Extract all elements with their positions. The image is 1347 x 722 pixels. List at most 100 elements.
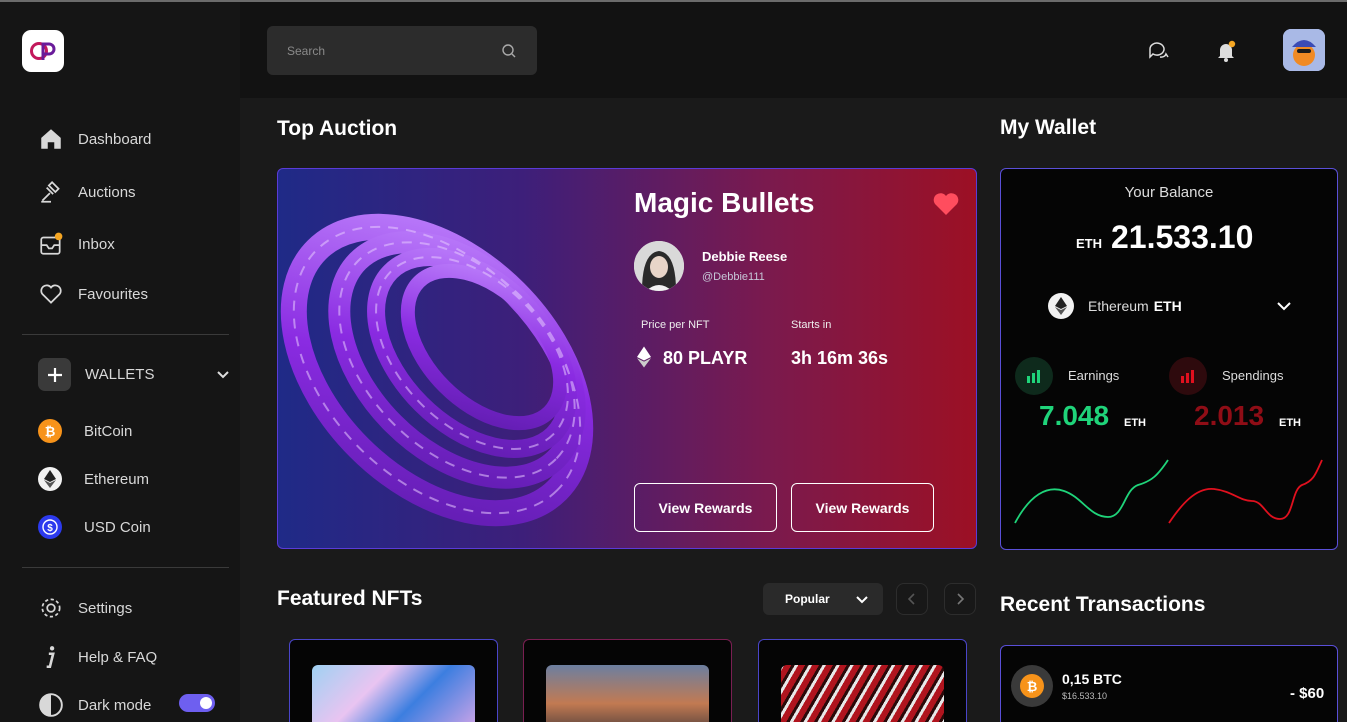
user-avatar-image (1283, 29, 1325, 71)
sidebar-item-dark-mode: Dark mode (38, 692, 151, 718)
transaction-delta: - $60 (1290, 685, 1325, 702)
view-rewards-button[interactable]: View Rewards (634, 483, 777, 532)
sidebar-item-label: Settings (78, 599, 133, 617)
sidebar-item-favourites[interactable]: Favourites (38, 281, 148, 307)
favorite-heart-icon[interactable] (933, 192, 959, 216)
search-icon[interactable] (501, 43, 517, 59)
creator-avatar-image (634, 241, 684, 291)
transaction-amount: 0,15 BTC (1062, 671, 1122, 687)
chevron-down-icon (1277, 302, 1291, 311)
balance-value: 21.533.10 (1111, 219, 1254, 255)
dark-mode-toggle[interactable] (179, 694, 215, 712)
spendings-value: 2.013 (1194, 400, 1265, 431)
svg-text:$: $ (47, 523, 53, 534)
heart-icon (40, 284, 62, 304)
sidebar-item-label: Dashboard (78, 130, 152, 148)
sidebar-item-inbox[interactable]: Inbox (38, 231, 115, 257)
earnings-icon (1015, 357, 1053, 395)
half-moon-icon (39, 693, 63, 717)
sidebar-item-label: Favourites (78, 285, 149, 303)
bitcoin-icon: ₿ (1020, 674, 1044, 698)
sidebar-item-label: Dark mode (78, 696, 152, 714)
featured-nfts-title: Featured NFTs (277, 587, 423, 610)
wallets-label: WALLETS (85, 366, 155, 383)
earnings-unit: ETH (1124, 417, 1146, 429)
logo-mark-icon (30, 42, 56, 60)
carousel-next-button[interactable] (944, 583, 976, 615)
wallets-toggle[interactable]: WALLETS (38, 358, 230, 391)
gavel-icon (41, 181, 60, 203)
bitcoin-icon: ₿ (38, 419, 62, 443)
brand-logo[interactable] (22, 30, 64, 72)
earnings-label: Earnings (1068, 368, 1120, 383)
chevron-down-icon (217, 370, 229, 378)
countdown-value: 3h 16m 36s (791, 348, 889, 368)
balance-row: ETH 21.533.10 (1076, 219, 1253, 256)
nft-card-image (312, 665, 475, 722)
price-value: 80 PLAYR (663, 348, 748, 368)
chevron-left-icon (907, 593, 915, 605)
my-wallet-title: My Wallet (1000, 116, 1097, 139)
currency-name: Ethereum (1088, 298, 1149, 314)
sidebar-item-ethereum[interactable]: Ethereum (38, 467, 149, 491)
sidebar-item-auctions[interactable]: Auctions (38, 179, 136, 205)
plus-icon (47, 367, 62, 382)
sidebar-item-bitcoin[interactable]: ₿ BitCoin (38, 419, 132, 443)
search-bar (267, 26, 537, 75)
chevron-down-icon (856, 595, 868, 603)
sidebar-item-label: USD Coin (84, 518, 151, 536)
sidebar-item-settings[interactable]: Settings (38, 595, 132, 621)
sidebar-divider (22, 567, 229, 568)
sidebar-item-label: Help & FAQ (78, 648, 158, 666)
sidebar-item-label: Ethereum (84, 470, 150, 488)
gear-icon (41, 598, 61, 618)
auction-item-title: Magic Bullets (634, 187, 815, 218)
transaction-coin: ₿ (1011, 665, 1053, 707)
nft-artwork-rings (280, 213, 594, 527)
sidebar-divider (22, 334, 229, 335)
chat-icon[interactable] (1147, 40, 1169, 62)
currency-select[interactable]: Ethereum ETH (1048, 292, 1292, 320)
spendings-label: Spendings (1222, 368, 1284, 383)
sidebar-item-label: Inbox (78, 235, 115, 253)
creator-name[interactable]: Debbie Reese (702, 249, 787, 264)
nft-card-image (781, 665, 944, 722)
recent-transactions-title: Recent Transactions (1000, 593, 1206, 616)
creator-handle: @Debbie111 (702, 271, 765, 283)
price-label: Price per NFT (641, 319, 710, 331)
sidebar-item-help[interactable]: Help & FAQ (38, 644, 157, 670)
top-auction-title: Top Auction (277, 117, 398, 140)
spendings-icon (1169, 357, 1207, 395)
balance-label: Your Balance (1124, 184, 1214, 201)
home-icon (41, 129, 61, 149)
starts-label: Starts in (791, 319, 832, 331)
sort-dropdown[interactable]: Popular (763, 583, 883, 615)
earnings-sparkline (1014, 459, 1169, 524)
usdc-icon: $ (38, 515, 62, 539)
spendings-sparkline (1168, 459, 1323, 524)
inbox-icon (40, 232, 63, 255)
user-avatar[interactable] (1283, 29, 1325, 71)
sidebar-item-label: BitCoin (84, 422, 133, 440)
sidebar-item-dashboard[interactable]: Dashboard (38, 126, 151, 152)
sort-selected-label: Popular (785, 592, 830, 606)
creator-avatar[interactable] (634, 241, 684, 291)
ethereum-icon (1048, 293, 1074, 319)
carousel-prev-button[interactable] (896, 583, 928, 615)
ethereum-icon (637, 346, 651, 368)
transaction-subvalue: $16.533.10 (1062, 691, 1108, 701)
currency-code: ETH (1153, 298, 1182, 314)
info-icon (46, 646, 55, 669)
sidebar-item-usd-coin[interactable]: $ USD Coin (38, 515, 151, 539)
nft-card-image (546, 665, 709, 722)
ethereum-icon (38, 467, 62, 491)
notification-bell-icon[interactable] (1215, 40, 1237, 62)
add-wallet-button[interactable] (38, 358, 71, 391)
spendings-unit: ETH (1279, 417, 1301, 429)
view-rewards-button-2[interactable]: View Rewards (791, 483, 934, 532)
earnings-value: 7.048 (1039, 400, 1110, 431)
balance-unit: ETH (1076, 236, 1102, 251)
search-input[interactable] (287, 43, 501, 58)
sidebar-item-label: Auctions (78, 183, 136, 201)
chevron-right-icon (957, 593, 965, 605)
